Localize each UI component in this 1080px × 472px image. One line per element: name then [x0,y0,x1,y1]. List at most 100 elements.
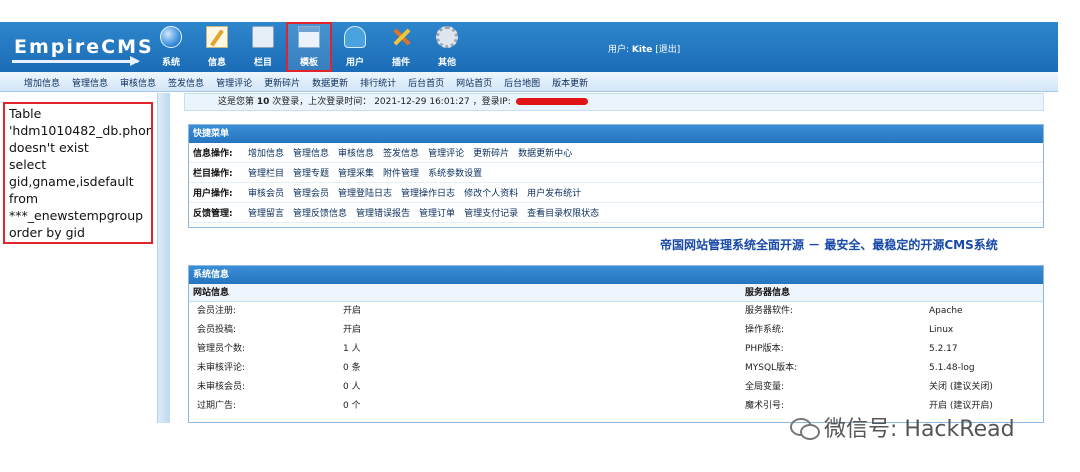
submenu-item[interactable]: 审核信息 [120,76,156,89]
gear-icon [436,26,458,48]
server-key: PHP版本: [745,344,784,354]
quick-link[interactable]: 管理评论 [428,146,464,159]
submenu-item[interactable]: 后台地图 [504,76,540,89]
main-content: 这是您第 10 次登录，上次登录时间： 2021-12-29 16:01:27 … [172,93,1046,423]
quick-link[interactable]: 管理错误报告 [356,206,410,219]
logo-underline [12,60,138,63]
site-value: 0 人 [343,382,361,392]
error-line: from [9,191,39,206]
quick-link[interactable]: 管理栏目 [248,166,284,179]
site-key: 未审核会员: [197,382,246,392]
error-line: order by gid [9,225,85,240]
quick-link[interactable]: 管理登陆日志 [338,186,392,199]
quick-link[interactable]: 附件管理 [383,166,419,179]
error-line: select [9,157,47,172]
quick-row-column: 栏目操作: 管理栏目 管理专题 管理采集 附件管理 系统参数设置 [189,163,1043,183]
redacted-ip [515,98,588,105]
quick-link[interactable]: 管理采集 [338,166,374,179]
user-area: 用户: Kite [退出] [608,42,680,55]
nav-other[interactable]: 其他 [424,22,470,72]
quick-link[interactable]: 系统参数设置 [428,166,482,179]
quick-link[interactable]: 增加信息 [248,146,284,159]
login-text: 次登录，上次登录时间： [272,97,372,107]
main-nav: 系统 信息 栏目 模板 用户 插件 其他 [148,22,470,72]
error-line: gid,gname,isdefault [9,174,134,189]
window-icon [298,26,320,48]
submenu-item[interactable]: 网站首页 [456,76,492,89]
submenu-item[interactable]: 排行统计 [360,76,396,89]
row-label: 栏目操作: [193,169,233,179]
quick-link[interactable]: 更新碎片 [473,146,509,159]
quick-menu-title: 快捷菜单 [189,125,1043,143]
nav-label: 插件 [391,58,410,68]
error-line: ***_enewstempgroup [9,208,144,223]
site-value: 0 条 [343,363,361,373]
quick-link[interactable]: 管理留言 [248,206,284,219]
sql-error-message: Table 'hdm1010482_db.phome doesn't exist… [3,102,153,244]
nav-column[interactable]: 栏目 [240,22,286,72]
globe-icon [160,26,182,48]
sub-menu-bar: 增加信息 管理信息 审核信息 签发信息 管理评论 更新碎片 数据更新 排行统计 … [0,72,1058,92]
submenu-item[interactable]: 更新碎片 [264,76,300,89]
empirecms-logo[interactable]: EmpireCMS [8,32,152,66]
site-value: 开启 [343,306,362,316]
system-info-row: 未审核会员: 0 人 全局变量: 关闭 (建议关闭) [189,378,1043,397]
submenu-item[interactable]: 版本更新 [552,76,588,89]
system-info-row: 管理员个数: 1 人 PHP版本: 5.2.17 [189,340,1043,359]
quick-link[interactable]: 用户发布统计 [527,186,581,199]
quick-link[interactable]: 签发信息 [383,146,419,159]
submenu-item[interactable]: 数据更新 [312,76,348,89]
error-line: doesn't exist [9,140,89,155]
submenu-item[interactable]: 管理信息 [72,76,108,89]
site-value: 1 人 [343,344,361,354]
logout-link[interactable]: [退出] [655,45,680,55]
nav-info[interactable]: 信息 [194,22,240,72]
user-icon [344,26,366,48]
login-time: 2021-12-29 16:01:27 [374,97,470,107]
nav-user[interactable]: 用户 [332,22,378,72]
quick-link[interactable]: 审核信息 [338,146,374,159]
nav-label: 用户 [345,58,364,68]
frame-splitter[interactable] [158,93,170,423]
submenu-item[interactable]: 后台首页 [408,76,444,89]
wechat-watermark: 微信号: HackRead [790,410,1015,444]
quick-link[interactable]: 管理信息 [293,146,329,159]
nav-system[interactable]: 系统 [148,22,194,72]
nav-template[interactable]: 模板 [286,22,332,72]
login-text: ，登录IP: [472,97,511,107]
nav-plugin[interactable]: 插件 [378,22,424,72]
quick-link[interactable]: 查看目录权限状态 [527,206,599,219]
server-key: 全局变量: [745,382,785,392]
error-line: 'hdm1010482_db.phome [9,123,153,138]
system-info-title: 系统信息 [189,266,1043,284]
quick-link[interactable]: 管理会员 [293,186,329,199]
nav-label: 其他 [437,58,456,68]
site-key: 过期广告: [197,401,237,411]
quick-link[interactable]: 管理专题 [293,166,329,179]
server-key: MYSQL版本: [745,363,798,373]
quick-link[interactable]: 管理支付记录 [464,206,518,219]
site-key: 未审核评论: [197,363,246,373]
system-info-row: 会员注册: 开启 服务器软件: Apache [189,302,1043,321]
quick-menu-panel: 快捷菜单 信息操作: 增加信息 管理信息 审核信息 签发信息 管理评论 更新碎片… [188,124,1044,228]
quick-link[interactable]: 修改个人资料 [464,186,518,199]
wechat-icon [790,416,820,440]
submenu-item[interactable]: 签发信息 [168,76,204,89]
submenu-item[interactable]: 管理评论 [216,76,252,89]
server-key: 操作系统: [745,325,785,335]
quick-row-feedback: 反馈管理: 管理留言 管理反馈信息 管理错误报告 管理订单 管理支付记录 查看目… [189,203,1043,223]
site-key: 会员注册: [197,306,237,316]
quick-link[interactable]: 管理反馈信息 [293,206,347,219]
system-info-subheader: 网站信息 服务器信息 [189,284,1043,302]
quick-link[interactable]: 数据更新中心 [518,146,572,159]
submenu-item[interactable]: 增加信息 [24,76,60,89]
site-info-header: 网站信息 [193,288,230,298]
quick-link[interactable]: 管理订单 [419,206,455,219]
tools-icon [390,26,412,48]
system-info-row: 未审核评论: 0 条 MYSQL版本: 5.1.48-log [189,359,1043,378]
site-value: 0 个 [343,401,361,411]
quick-link[interactable]: 审核会员 [248,186,284,199]
quick-link[interactable]: 管理操作日志 [401,186,455,199]
error-line: Table [9,106,42,121]
server-value: 5.2.17 [929,344,958,354]
